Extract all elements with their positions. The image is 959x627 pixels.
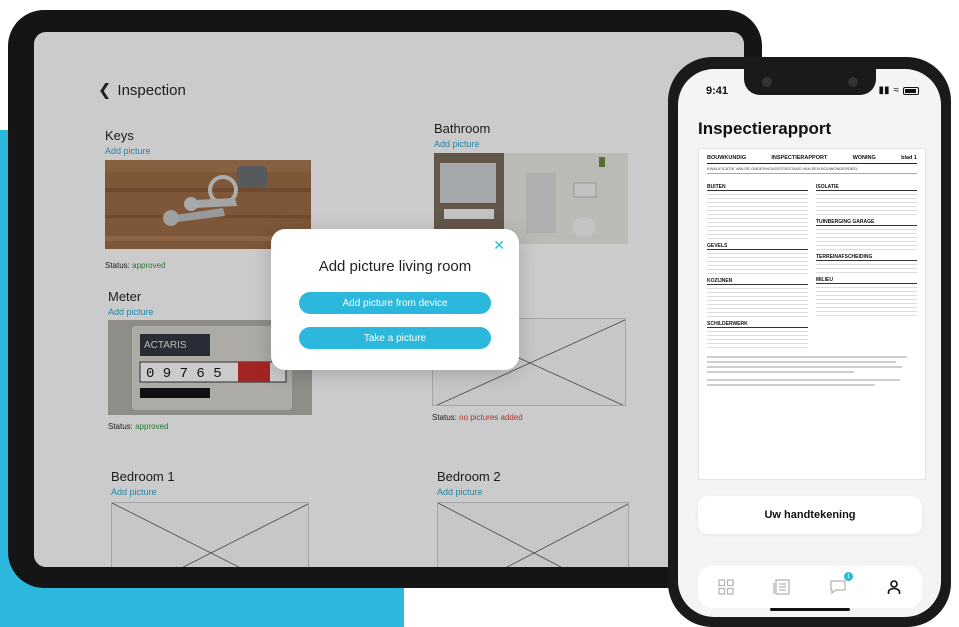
phone-notch: [744, 69, 876, 95]
close-icon[interactable]: ✕: [493, 237, 505, 254]
status-icons: ▮▮ ≈: [878, 85, 919, 96]
tab-profile[interactable]: [881, 574, 907, 600]
battery-icon: [903, 86, 919, 95]
report-document[interactable]: BOUWKUNDIG INSPECTIERAPPORT WONING blad …: [698, 148, 926, 480]
wifi-icon: ≈: [893, 85, 900, 96]
grid-icon: [718, 579, 734, 595]
add-picture-modal: ✕ Add picture living room Add picture fr…: [271, 229, 519, 370]
home-indicator: [770, 608, 850, 611]
bottom-tab-bar: 1: [698, 566, 922, 608]
tab-documents[interactable]: [769, 574, 795, 600]
notification-badge: 1: [844, 572, 853, 581]
tab-dashboard[interactable]: [713, 574, 739, 600]
tablet-screen: ❮ Inspection Keys Add picture Status: ap…: [34, 32, 744, 567]
signature-button[interactable]: Uw handtekening: [698, 496, 922, 534]
report-left-column: BUITEN GEVELS KOZIJNEN SCHILDERWERK: [707, 180, 808, 348]
chat-icon: [830, 580, 846, 595]
report-header: BOUWKUNDIG INSPECTIERAPPORT WONING blad …: [707, 155, 917, 164]
phone-device: 9:41 ▮▮ ≈ Inspectierapport BOUWKUNDIG IN…: [668, 57, 951, 627]
document-icon: [773, 579, 790, 595]
add-from-device-button[interactable]: Add picture from device: [299, 292, 491, 314]
signal-icon: ▮▮: [878, 85, 890, 96]
report-subtitle: KWALIFICATIE VAN DE ONDERHOUDSTOESTAND V…: [707, 166, 917, 174]
report-right-column: ISOLATIE TUINBERGING GARAGE TERREINAFSCH…: [816, 180, 917, 348]
take-picture-button[interactable]: Take a picture: [299, 327, 491, 349]
report-columns: BUITEN GEVELS KOZIJNEN SCHILDERWERK ISOL…: [707, 180, 917, 348]
user-icon: [887, 580, 901, 594]
status-time: 9:41: [706, 85, 729, 97]
tab-messages[interactable]: 1: [825, 572, 853, 600]
tablet-device: ❮ Inspection Keys Add picture Status: ap…: [8, 10, 762, 588]
modal-title: Add picture living room: [318, 258, 472, 275]
phone-screen: 9:41 ▮▮ ≈ Inspectierapport BOUWKUNDIG IN…: [678, 69, 941, 617]
report-title: Inspectierapport: [698, 119, 832, 138]
